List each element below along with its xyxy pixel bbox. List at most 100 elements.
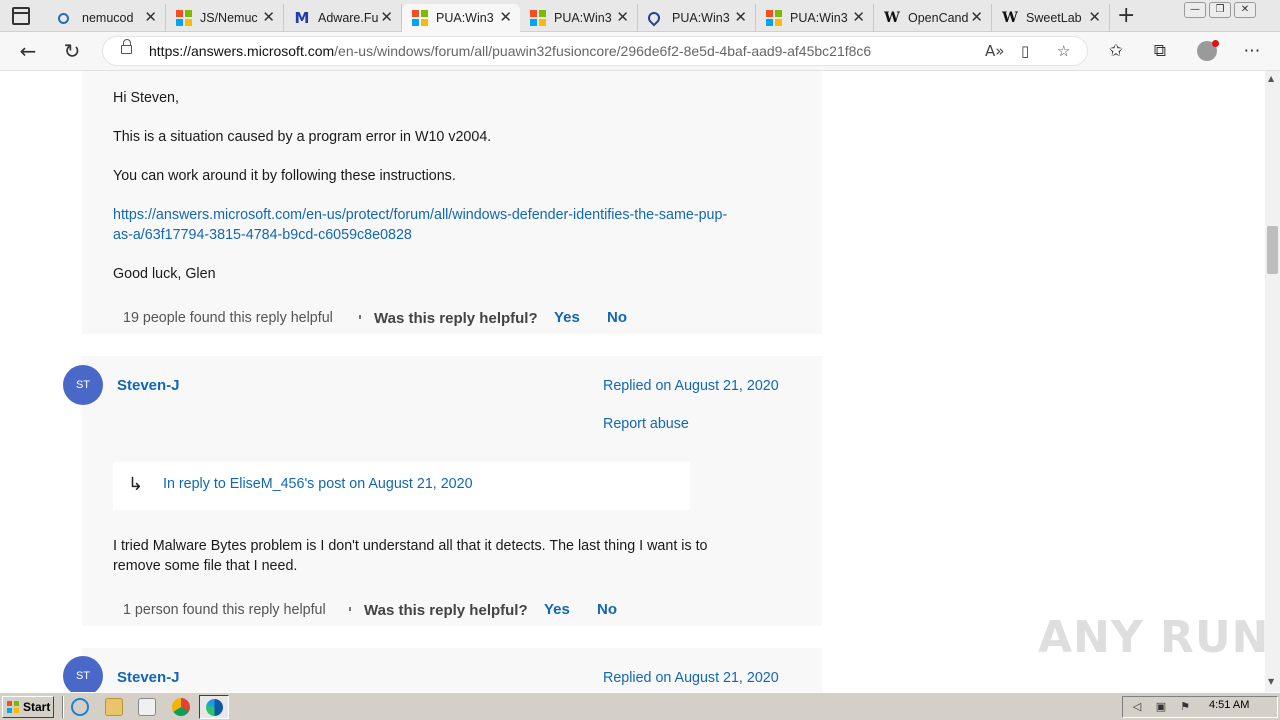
close-icon[interactable]: ✕ — [852, 8, 865, 26]
page-viewport: Hi Steven, This is a situation caused by… — [0, 71, 1265, 692]
in-reply-to-link[interactable]: In reply to EliseM_456's post on August … — [163, 476, 473, 492]
favorites-icon[interactable]: ✩ — [1105, 41, 1127, 61]
tab-9[interactable]: W SweetLab ✕ — [992, 4, 1110, 32]
reply-date[interactable]: Replied on August 21, 2020 — [603, 378, 779, 394]
reply-arrow-icon: ↳ — [128, 474, 144, 494]
tab-label: JS/Nemuc — [200, 11, 258, 25]
reply-paragraph: You can work around it by following thes… — [113, 168, 456, 184]
refresh-icon[interactable]: ↻ — [60, 40, 84, 62]
reply-date[interactable]: Replied on August 21, 2020 — [603, 670, 779, 686]
microsoft-icon — [412, 10, 428, 26]
instructions-link[interactable]: https://answers.microsoft.com/en-us/prot… — [113, 205, 793, 245]
yes-button[interactable]: Yes — [554, 309, 580, 326]
tab-8[interactable]: W OpenCand ✕ — [874, 4, 992, 32]
reply-signoff: Good luck, Glen — [113, 266, 216, 282]
tab-strip: nemucod ✕ JS/Nemuc ✕ M Adware.Fu ✕ PUA:W… — [0, 0, 1280, 32]
taskbar: Start ◁ ▣ ⚑ 4:51 AM — [0, 692, 1280, 720]
scrollbar-thumb[interactable] — [1267, 226, 1278, 274]
author-name[interactable]: Steven-J — [117, 669, 180, 686]
reply-body: I tried Malware Bytes problem is I don't… — [113, 538, 708, 574]
microsoft-icon — [176, 10, 192, 26]
tab-label: Adware.Fu — [318, 11, 379, 25]
helpful-count: 19 people found this reply helpful — [123, 310, 333, 326]
immersive-reader-icon[interactable]: ▯ — [1021, 42, 1029, 60]
back-icon[interactable]: ← — [16, 40, 40, 62]
internet-explorer-icon[interactable] — [71, 698, 89, 716]
explorer-folder-icon[interactable] — [105, 698, 123, 716]
taskbar-separator — [62, 696, 64, 718]
tab-5[interactable]: PUA:Win3 ✕ — [520, 4, 638, 32]
lock-icon[interactable] — [121, 39, 132, 54]
close-icon[interactable]: ✕ — [262, 8, 275, 26]
tab-actions-icon[interactable] — [12, 7, 30, 25]
more-icon[interactable]: ⋯ — [1241, 41, 1263, 61]
avatar[interactable]: ST — [63, 656, 103, 692]
avatar[interactable]: ST — [63, 365, 103, 405]
edge-taskbar-button[interactable] — [199, 695, 229, 719]
minimize-icon[interactable]: — — [1184, 2, 1206, 18]
close-icon[interactable]: ✕ — [1088, 8, 1101, 26]
new-tab-icon[interactable]: + — [1117, 3, 1135, 28]
wikipedia-icon: W — [884, 10, 900, 26]
tab-label: OpenCand — [908, 11, 969, 25]
yes-button[interactable]: Yes — [544, 601, 570, 618]
edge-icon — [206, 699, 223, 716]
network-icon[interactable]: ▣ — [1155, 701, 1167, 713]
anyrun-watermark: ANY RUN — [1038, 612, 1270, 663]
microsoft-icon — [530, 10, 546, 26]
helpful-question: Was this reply helpful? — [364, 602, 528, 619]
clock[interactable]: 4:51 AM — [1209, 699, 1249, 711]
no-button[interactable]: No — [597, 601, 617, 618]
close-icon[interactable]: ✕ — [734, 8, 747, 26]
search-icon — [58, 12, 69, 24]
microsoft-icon — [766, 10, 782, 26]
url-text[interactable]: https://answers.microsoft.com/en-us/wind… — [149, 43, 871, 59]
reply-card — [82, 71, 822, 334]
reply-paragraph: This is a situation caused by a program … — [113, 129, 492, 145]
restore-icon[interactable]: ❐ — [1209, 2, 1231, 18]
media-player-icon[interactable] — [138, 698, 156, 716]
helpful-question: Was this reply helpful? — [374, 310, 538, 327]
tab-label: nemucod — [82, 11, 134, 25]
scroll-up-icon[interactable]: ▲ — [1268, 74, 1274, 83]
close-icon[interactable]: ✕ — [616, 8, 629, 26]
tab-7[interactable]: PUA:Win3 ✕ — [756, 4, 874, 32]
tab-1[interactable]: nemucod ✕ — [48, 4, 166, 32]
reply-greeting: Hi Steven, — [113, 90, 179, 106]
close-icon[interactable]: ✕ — [970, 8, 983, 26]
location-pin-icon — [645, 9, 663, 27]
tab-2[interactable]: JS/Nemuc ✕ — [166, 4, 284, 32]
address-bar[interactable]: https://answers.microsoft.com/en-us/wind… — [102, 36, 1088, 66]
close-icon[interactable]: ✕ — [144, 8, 157, 26]
vertical-scrollbar[interactable]: ▲ ▼ — [1265, 71, 1280, 692]
report-abuse-link[interactable]: Report abuse — [603, 416, 689, 432]
close-icon[interactable]: ✕ — [499, 8, 512, 26]
author-name[interactable]: Steven-J — [117, 377, 180, 394]
tab-label: PUA:Win3 — [554, 11, 612, 25]
add-favorite-icon[interactable]: ☆ — [1057, 42, 1070, 60]
flag-icon[interactable]: ⚑ — [1179, 701, 1191, 713]
divider-dot — [349, 607, 351, 611]
no-button[interactable]: No — [607, 309, 627, 326]
system-tray: ◁ ▣ ⚑ — [1122, 696, 1278, 718]
tab-label: SweetLab — [1026, 11, 1082, 25]
tab-label: PUA:Win3 — [672, 11, 730, 25]
chrome-icon[interactable] — [172, 698, 190, 716]
tab-label: PUA:Win3 — [790, 11, 848, 25]
divider-dot — [359, 315, 361, 319]
profile-avatar[interactable] — [1197, 40, 1219, 61]
in-reply-to-box: ↳ In reply to EliseM_456's post on Augus… — [113, 462, 690, 510]
wikipedia-icon: W — [1002, 10, 1018, 26]
close-window-icon[interactable]: ✕ — [1234, 2, 1256, 18]
helpful-count: 1 person found this reply helpful — [123, 602, 326, 618]
collections-icon[interactable]: ⧉ — [1149, 41, 1171, 61]
read-aloud-icon[interactable]: A» — [985, 42, 1004, 60]
volume-icon[interactable]: ◁ — [1131, 701, 1143, 713]
malwarebytes-icon: M — [294, 9, 310, 27]
start-button[interactable]: Start — [2, 696, 54, 718]
tab-6[interactable]: PUA:Win3 ✕ — [638, 4, 756, 32]
tab-3[interactable]: M Adware.Fu ✕ — [284, 4, 402, 32]
close-icon[interactable]: ✕ — [380, 8, 393, 26]
scroll-down-icon[interactable]: ▼ — [1268, 677, 1274, 686]
tab-4-active[interactable]: PUA:Win3 ✕ — [402, 4, 520, 32]
